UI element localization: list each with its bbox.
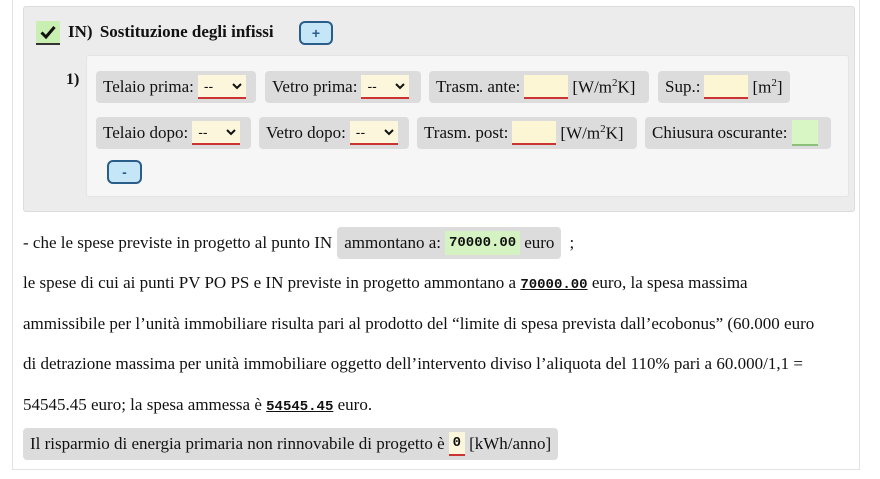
ammontano-field: ammontano a: 70000.00 euro <box>337 227 562 259</box>
line-ammissibile: ammissibile per l’unità immobiliare risu… <box>23 314 815 333</box>
line-spese-totali: le spese di cui ai punti PV PO PS e IN p… <box>23 273 748 293</box>
risparmio-field: Il risparmio di energia primaria non rin… <box>23 428 559 460</box>
chevron-down-icon <box>226 128 236 135</box>
field-telaio-dopo: Telaio dopo: -- <box>96 117 251 149</box>
spesa-ammessa-value: 54545.45 <box>266 399 334 415</box>
label-chiusura-oscurante: Chiusura oscurante: <box>652 123 788 142</box>
select-telaio-prima[interactable]: -- <box>197 75 246 99</box>
input-sup[interactable] <box>704 75 749 99</box>
chevron-down-icon <box>232 82 242 89</box>
spese-totali-value: 70000.00 <box>520 277 588 293</box>
label-sup: Sup.: <box>665 77 701 96</box>
ammontano-unit: euro <box>524 233 555 252</box>
select-value: -- <box>198 124 208 140</box>
chevron-down-icon <box>384 128 394 135</box>
risparmio-label: Il risparmio di energia primaria non rin… <box>30 434 445 453</box>
section-infissi: IN) Sostituzione degli infissi + 1) Tela… <box>23 6 855 212</box>
section-checkbox[interactable] <box>36 21 60 45</box>
line5-text: 54545.45 euro; la spesa ammessa è <box>23 395 262 414</box>
input-trasm-ante[interactable] <box>524 75 569 99</box>
row-panel: Telaio prima: -- Vetro prima: -- Trasm. … <box>86 55 849 197</box>
ammontano-value: 70000.00 <box>445 231 521 255</box>
label-trasm-post: Trasm. post: <box>424 123 509 142</box>
select-value: -- <box>367 78 377 94</box>
line5-text-end: euro. <box>337 395 373 414</box>
line1-text: - che le spese previste in progetto al p… <box>23 233 333 252</box>
section-title-text: Sostituzione degli infissi <box>99 22 274 41</box>
field-vetro-dopo: Vetro dopo: -- <box>259 117 409 149</box>
checkbox-chiusura-oscurante[interactable] <box>791 120 818 146</box>
row-number: 1) <box>66 71 80 88</box>
risparmio-value[interactable]: 0 <box>448 432 466 456</box>
line-spesa-ammessa: 54545.45 euro; la spesa ammessa è 54545.… <box>23 395 372 415</box>
field-trasm-post: Trasm. post: [W/m2K] <box>417 117 637 149</box>
ammontano-label: ammontano a: <box>344 233 441 252</box>
unit-w-m2k: [W/m2K] <box>572 76 636 97</box>
section-prefix: IN) <box>68 22 93 41</box>
field-trasm-ante: Trasm. ante: [W/m2K] <box>429 71 649 103</box>
unit-m2: [m2] <box>752 76 783 97</box>
line2-text: le spese di cui ai punti PV PO PS e IN p… <box>23 273 517 292</box>
label-vetro-prima: Vetro prima: <box>272 77 358 96</box>
select-vetro-dopo[interactable]: -- <box>349 121 398 145</box>
section-title: IN) Sostituzione degli infissi <box>68 22 274 42</box>
select-value: -- <box>355 124 366 140</box>
label-vetro-dopo: Vetro dopo: <box>266 123 346 142</box>
field-chiusura-oscurante: Chiusura oscurante: <box>645 117 831 149</box>
select-vetro-prima[interactable]: -- <box>361 75 410 99</box>
line1-end: ; <box>569 233 575 252</box>
label-telaio-dopo: Telaio dopo: <box>103 123 189 142</box>
label-trasm-ante: Trasm. ante: <box>436 77 521 96</box>
select-value: -- <box>203 78 214 94</box>
line-risparmio: Il risparmio di energia primaria non rin… <box>23 428 559 460</box>
line-spese-in: - che le spese previste in progetto al p… <box>23 227 574 259</box>
label-telaio-prima: Telaio prima: <box>103 77 194 96</box>
unit-w-m2k: [W/m2K] <box>560 122 624 143</box>
line2-text-end: euro, la spesa massima <box>591 273 748 292</box>
check-icon <box>40 26 56 39</box>
remove-row-button[interactable]: - <box>107 160 142 184</box>
field-vetro-prima: Vetro prima: -- <box>265 71 421 103</box>
chevron-down-icon <box>395 82 406 89</box>
line-detrazione: di detrazione massima per unità immobili… <box>23 354 803 373</box>
input-trasm-post[interactable] <box>512 121 557 145</box>
risparmio-unit: [kWh/anno] <box>469 434 552 453</box>
field-sup: Sup.: [m2] <box>658 71 790 103</box>
select-telaio-dopo[interactable]: -- <box>192 121 241 145</box>
add-row-button[interactable]: + <box>299 21 333 45</box>
field-telaio-prima: Telaio prima: -- <box>96 71 256 103</box>
